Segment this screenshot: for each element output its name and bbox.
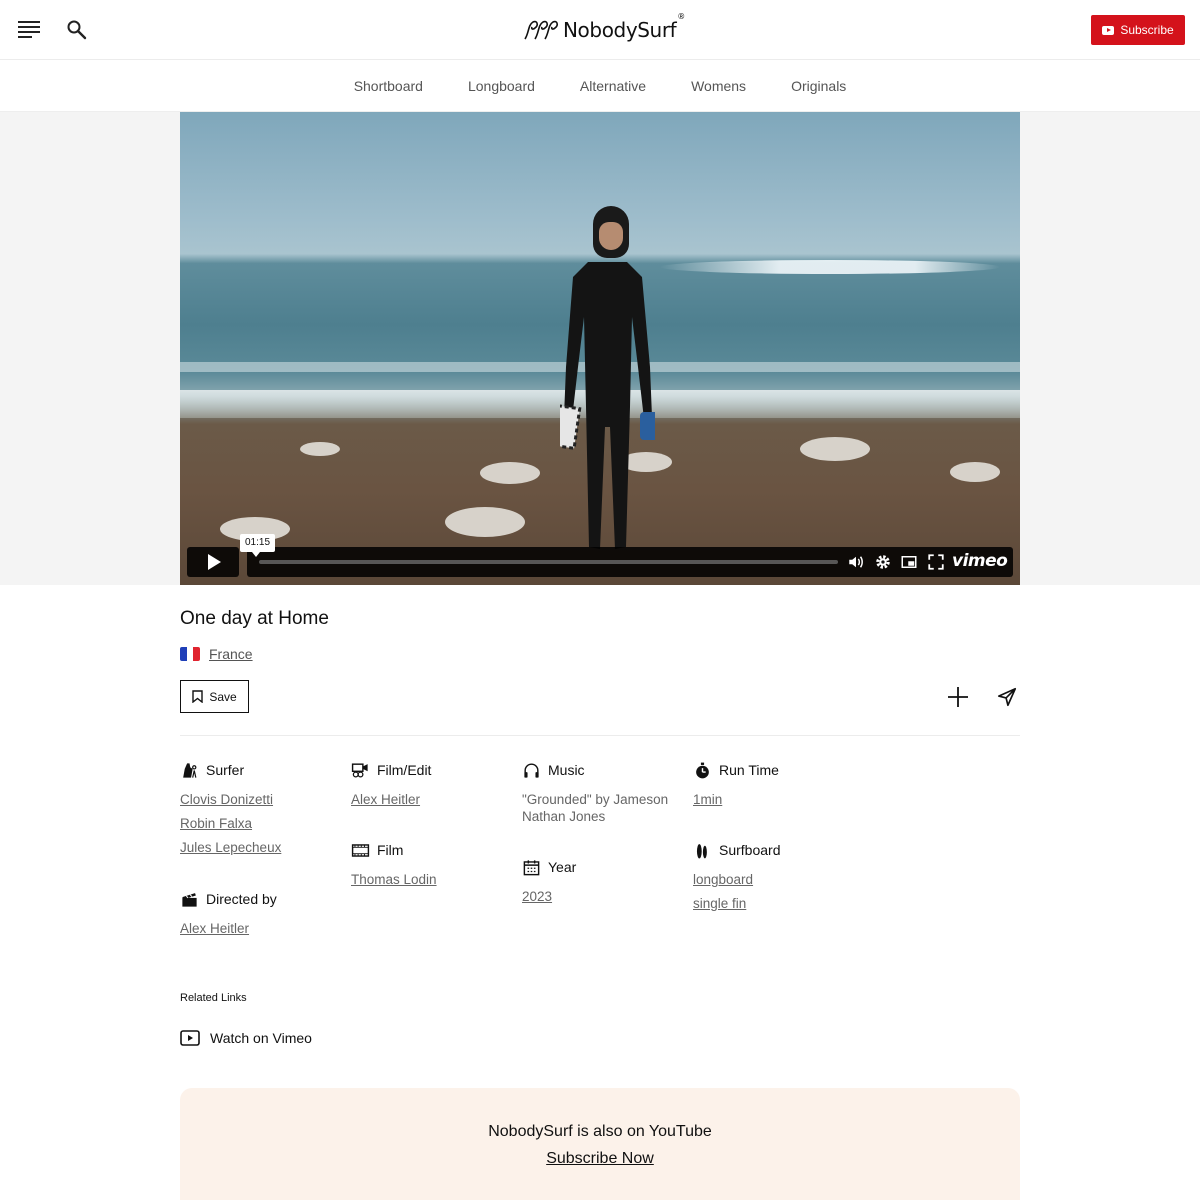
- surfer-link[interactable]: Robin Falxa: [180, 815, 281, 832]
- youtube-banner: NobodySurf is also on YouTube Subscribe …: [180, 1088, 1020, 1200]
- settings-gear-icon[interactable]: [874, 553, 892, 571]
- video-frame-rock: [480, 462, 540, 484]
- nav-item-alternative[interactable]: Alternative: [580, 78, 646, 94]
- surfboard-link[interactable]: longboard: [693, 871, 780, 888]
- play-box-icon: [180, 1030, 200, 1046]
- credit-music: Music "Grounded" by Jameson Nathan Jones: [522, 760, 682, 825]
- youtube-banner-text: NobodySurf is also on YouTube: [488, 1123, 712, 1140]
- site-header: NobodySurf® Subscribe: [0, 0, 1200, 60]
- surfer-link[interactable]: Jules Lepecheux: [180, 839, 281, 856]
- category-nav: Shortboard Longboard Alternative Womens …: [0, 60, 1200, 112]
- credit-year: Year 2023: [522, 857, 576, 905]
- youtube-icon: [1102, 25, 1115, 35]
- site-logo[interactable]: NobodySurf®: [523, 12, 685, 43]
- save-label: Save: [209, 689, 237, 704]
- nav-item-originals[interactable]: Originals: [791, 78, 846, 94]
- video-frame-rock: [300, 442, 340, 456]
- video-camera-icon: [351, 762, 368, 777]
- credit-run-time: Run Time 1min: [693, 760, 779, 808]
- video-controls: 01:15 vimeo: [187, 534, 1013, 577]
- share-icon[interactable]: [996, 686, 1018, 708]
- surfboard-icon: [696, 843, 707, 858]
- surfboard-link[interactable]: single fin: [693, 895, 780, 912]
- save-button[interactable]: Save: [180, 680, 249, 713]
- credit-film: Film Thomas Lodin: [351, 840, 437, 888]
- play-icon: [208, 554, 221, 570]
- vimeo-logo[interactable]: vimeo: [952, 551, 1008, 571]
- logo-mark-icon: [524, 20, 558, 40]
- video-player[interactable]: [180, 112, 1020, 585]
- credit-label: Music: [548, 762, 585, 778]
- video-frame-rock: [950, 462, 1000, 482]
- film-strip-icon: [351, 843, 370, 857]
- video-frame-wave: [660, 260, 1000, 274]
- calendar-icon: [523, 859, 540, 875]
- youtube-subscribe-button[interactable]: Subscribe: [1091, 15, 1185, 45]
- watch-on-vimeo-label: Watch on Vimeo: [210, 1030, 312, 1046]
- credit-film-edit: Film/Edit Alex Heitler: [351, 760, 431, 808]
- credit-label: Year: [548, 859, 577, 875]
- surfer-link[interactable]: Clovis Donizetti: [180, 791, 281, 808]
- logo-text: NobodySurf®: [563, 12, 685, 42]
- menu-icon[interactable]: [18, 21, 40, 39]
- video-section: 01:15 vimeo: [0, 112, 1200, 585]
- surfer-icon: [183, 762, 197, 778]
- divider: [180, 735, 1020, 736]
- related-links-heading: Related Links: [180, 992, 247, 1004]
- subscribe-label: Subscribe: [1120, 23, 1174, 37]
- video-frame-surfer-face: [599, 222, 623, 250]
- nav-item-womens[interactable]: Womens: [691, 78, 746, 94]
- video-title: One day at Home: [180, 608, 329, 629]
- credit-label: Surfboard: [719, 842, 781, 858]
- watch-on-vimeo-link[interactable]: Watch on Vimeo: [180, 1030, 312, 1046]
- time-tooltip: 01:15: [240, 534, 276, 557]
- film-link[interactable]: Thomas Lodin: [351, 871, 437, 888]
- picture-in-picture-icon[interactable]: [900, 553, 918, 571]
- add-to-playlist-plus-icon[interactable]: [946, 685, 970, 709]
- country-link[interactable]: France: [209, 646, 253, 662]
- film-edit-link[interactable]: Alex Heitler: [351, 791, 431, 808]
- credit-surfboard: Surfboard longboard single fin: [693, 840, 780, 912]
- video-frame-surfer: [560, 262, 655, 549]
- music-text: "Grounded" by Jameson Nathan Jones: [522, 792, 669, 824]
- volume-icon[interactable]: [847, 553, 865, 571]
- bookmark-icon: [192, 690, 204, 703]
- headphones-icon: [524, 762, 539, 778]
- country-row: France: [180, 646, 253, 662]
- stopwatch-icon: [696, 762, 709, 778]
- video-frame-rock: [445, 507, 525, 537]
- credit-label: Directed by: [206, 891, 277, 907]
- runtime-link[interactable]: 1min: [693, 791, 779, 808]
- search-icon[interactable]: [66, 19, 88, 41]
- credit-label: Surfer: [206, 762, 245, 778]
- play-button[interactable]: [187, 547, 239, 577]
- credit-label: Film: [377, 842, 404, 858]
- nav-item-longboard[interactable]: Longboard: [468, 78, 535, 94]
- director-link[interactable]: Alex Heitler: [180, 920, 277, 937]
- nav-item-shortboard[interactable]: Shortboard: [354, 78, 423, 94]
- clapperboard-icon: [182, 892, 197, 907]
- progress-bar[interactable]: [259, 560, 838, 564]
- year-link[interactable]: 2023: [522, 888, 576, 905]
- subscribe-now-link[interactable]: Subscribe Now: [180, 1150, 1020, 1168]
- credit-label: Film/Edit: [377, 762, 432, 778]
- france-flag-icon: [180, 647, 200, 661]
- credit-surfer: Surfer Clovis Donizetti Robin Falxa Jule…: [180, 760, 281, 856]
- credit-directed-by: Directed by Alex Heitler: [180, 889, 277, 937]
- video-frame-rock: [800, 437, 870, 461]
- fullscreen-icon[interactable]: [927, 553, 945, 571]
- credit-label: Run Time: [719, 762, 779, 778]
